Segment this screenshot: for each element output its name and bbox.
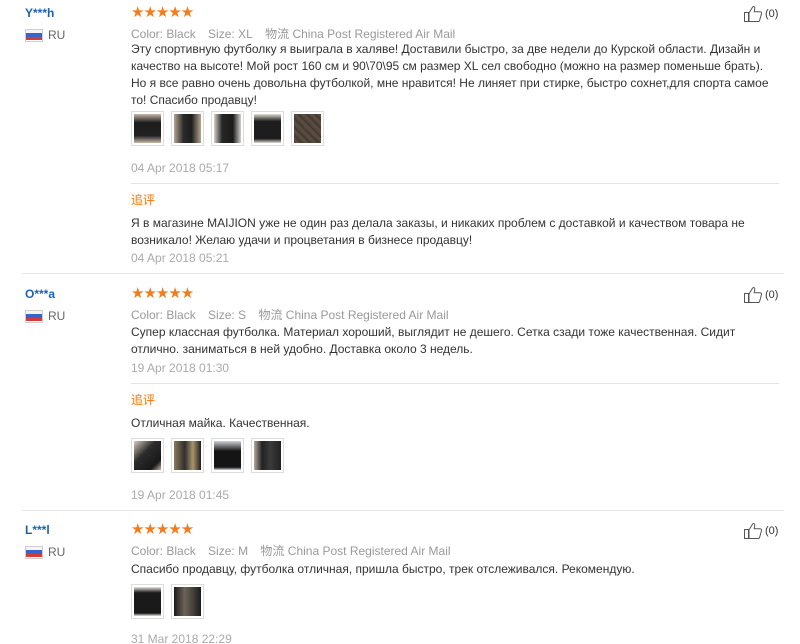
size-label: Size: bbox=[208, 308, 235, 322]
country-code: RU bbox=[48, 545, 66, 559]
shipping-value: China Post Registered Air Mail bbox=[285, 308, 449, 322]
reviewer-info: O***a RU bbox=[25, 287, 65, 323]
review-body: ★★★★★ Color: Black Size: M 物流 China Post… bbox=[131, 521, 761, 559]
reviewer-country: RU bbox=[25, 545, 65, 559]
review-date: 31 Mar 2018 22:29 bbox=[131, 632, 232, 644]
reviewer-name[interactable]: Y***h bbox=[25, 6, 65, 20]
size-value: M bbox=[238, 544, 249, 558]
followup-text: Я в магазине MAIJION уже не один раз дел… bbox=[131, 216, 745, 247]
shipping-label: 物流 bbox=[258, 308, 283, 322]
review-separator bbox=[22, 273, 784, 274]
review-date: 04 Apr 2018 05:17 bbox=[131, 161, 230, 175]
review-text: Эту спортивную футболку я выиграла в хал… bbox=[131, 42, 769, 107]
divider bbox=[131, 183, 779, 184]
size-label: Size: bbox=[208, 27, 235, 41]
review-date: 19 Apr 2018 01:30 bbox=[131, 361, 230, 375]
rating-stars: ★★★★★ bbox=[131, 4, 194, 21]
reviewer-country: RU bbox=[25, 309, 65, 323]
thumbs-up-icon bbox=[744, 287, 763, 303]
review-photo-thumbnail[interactable] bbox=[131, 438, 164, 473]
followup-photos bbox=[131, 438, 761, 473]
review-photos bbox=[131, 584, 761, 619]
review-photo-thumbnail[interactable] bbox=[211, 111, 244, 146]
review-separator bbox=[22, 510, 784, 511]
color-value: Black bbox=[166, 308, 196, 322]
reviewer-country: RU bbox=[25, 28, 65, 42]
divider bbox=[131, 383, 779, 384]
review-photo-thumbnail[interactable] bbox=[251, 111, 284, 146]
like-button[interactable]: (0) bbox=[743, 5, 778, 23]
followup-text: Отличная майка. Качественная. bbox=[131, 416, 310, 430]
shipping-value: China Post Registered Air Mail bbox=[292, 27, 456, 41]
review-photos bbox=[131, 111, 761, 146]
color-value: Black bbox=[166, 544, 196, 558]
review-photo-thumbnail[interactable] bbox=[131, 584, 164, 619]
rating-stars: ★★★★★ bbox=[131, 285, 194, 302]
order-attributes: Color: Black Size: M 物流 China Post Regis… bbox=[131, 544, 761, 558]
reviewer-info: Y***h RU bbox=[25, 6, 65, 42]
color-value: Black bbox=[166, 27, 196, 41]
russia-flag-icon bbox=[25, 545, 43, 559]
size-label: Size: bbox=[208, 544, 235, 558]
thumbs-up-icon bbox=[744, 6, 763, 22]
followup-label: 追评 bbox=[131, 393, 156, 407]
like-count: (0) bbox=[765, 8, 779, 20]
review-body: ★★★★★ Color: Black Size: XL 物流 China Pos… bbox=[131, 4, 761, 42]
like-button[interactable]: (0) bbox=[743, 522, 778, 540]
like-button[interactable]: (0) bbox=[743, 286, 778, 304]
review-photo-thumbnail[interactable] bbox=[171, 438, 204, 473]
review-photo-thumbnail[interactable] bbox=[131, 111, 164, 146]
rating-stars: ★★★★★ bbox=[131, 521, 194, 538]
shipping-value: China Post Registered Air Mail bbox=[287, 544, 451, 558]
review-photo-thumbnail[interactable] bbox=[251, 438, 284, 473]
shipping-label: 物流 bbox=[265, 27, 290, 41]
reviewer-info: L***l RU bbox=[25, 523, 65, 559]
color-label: Color: bbox=[131, 544, 164, 558]
followup-date: 04 Apr 2018 05:21 bbox=[131, 251, 230, 265]
order-attributes: Color: Black Size: S 物流 China Post Regis… bbox=[131, 308, 761, 322]
thumbs-up-icon bbox=[744, 523, 763, 539]
size-value: XL bbox=[238, 27, 253, 41]
review-photo-thumbnail[interactable] bbox=[211, 438, 244, 473]
russia-flag-icon bbox=[25, 28, 43, 42]
order-attributes: Color: Black Size: XL 物流 China Post Regi… bbox=[131, 27, 761, 41]
country-code: RU bbox=[48, 309, 66, 323]
review-body: ★★★★★ Color: Black Size: S 物流 China Post… bbox=[131, 285, 761, 323]
like-count: (0) bbox=[765, 525, 779, 537]
followup-label: 追评 bbox=[131, 193, 156, 207]
shipping-label: 物流 bbox=[260, 544, 285, 558]
color-label: Color: bbox=[131, 308, 164, 322]
review-photo-thumbnail[interactable] bbox=[171, 111, 204, 146]
reviewer-name[interactable]: O***a bbox=[25, 287, 65, 301]
like-count: (0) bbox=[765, 289, 779, 301]
country-code: RU bbox=[48, 28, 66, 42]
color-label: Color: bbox=[131, 27, 164, 41]
review-photo-thumbnail[interactable] bbox=[291, 111, 324, 146]
size-value: S bbox=[238, 308, 247, 322]
reviewer-name[interactable]: L***l bbox=[25, 523, 65, 537]
review-text: Супер классная футболка. Материал хороши… bbox=[131, 325, 736, 356]
russia-flag-icon bbox=[25, 309, 43, 323]
review-text: Спасибо продавцу, футболка отличная, при… bbox=[131, 562, 635, 576]
review-photo-thumbnail[interactable] bbox=[171, 584, 204, 619]
followup-date: 19 Apr 2018 01:45 bbox=[131, 488, 230, 502]
